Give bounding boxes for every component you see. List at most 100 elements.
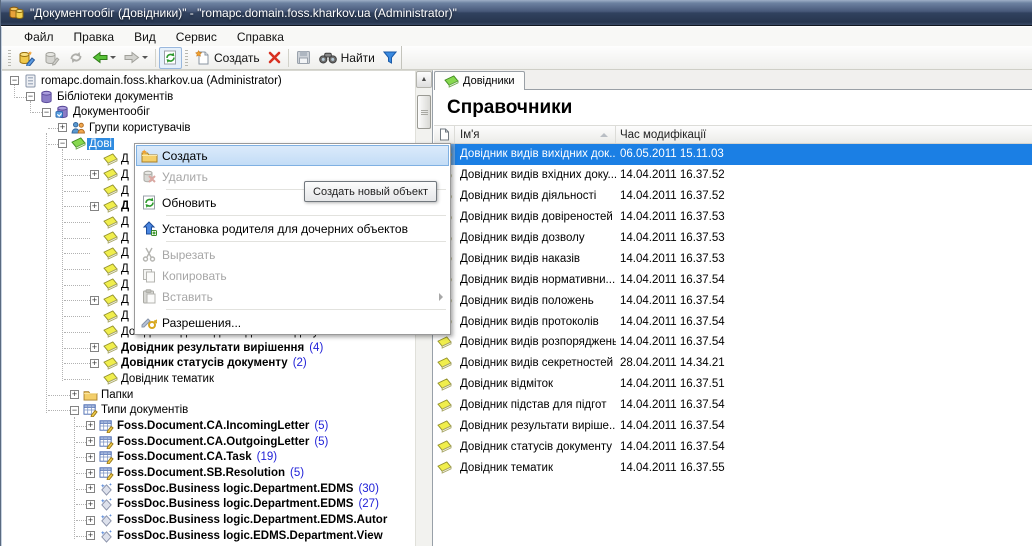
table-row[interactable]: Довідник статусів документу14.04.2011 16… [434, 436, 1032, 457]
tree-item[interactable]: +FossDoc.Business logic.Department.EDMS(… [2, 481, 432, 497]
expand-icon[interactable]: + [86, 453, 95, 462]
table-row[interactable]: Довідник видів довіреностей14.04.2011 16… [434, 207, 1032, 228]
collapse-icon[interactable]: − [26, 92, 35, 101]
tree-item-count: (5) [290, 467, 304, 479]
doctype-icon [98, 466, 115, 480]
collapse-icon[interactable]: − [10, 76, 19, 85]
collapse-icon[interactable]: − [70, 406, 79, 415]
row-modified: 06.05.2011 15.11.03 [616, 148, 1032, 160]
save-button-disabled [292, 47, 315, 69]
expand-icon[interactable]: + [86, 421, 95, 430]
tree-item[interactable]: +Групи користувачів [2, 120, 432, 136]
tree-item[interactable]: +Довідник статусів документу(2) [2, 355, 432, 371]
tree-item[interactable]: +Foss.Document.CA.IncomingLetter(5) [2, 418, 432, 434]
expand-icon[interactable]: + [86, 469, 95, 478]
create-button[interactable]: Создать [191, 47, 264, 69]
tree-item[interactable]: − Документообіг [2, 104, 432, 120]
table-row[interactable]: Довідник видів дозволу14.04.2011 16.37.5… [434, 228, 1032, 249]
table-row[interactable]: Довідник видів наказів14.04.2011 16.37.5… [434, 248, 1032, 269]
table-row[interactable]: Довідник видів вхідних доку...14.04.2011… [434, 165, 1032, 186]
new-object-button[interactable] [14, 47, 39, 69]
menu-файл[interactable]: Файл [14, 28, 64, 46]
table-row[interactable]: Довідник видів вихідних док...06.05.2011… [434, 144, 1032, 165]
tree-connector [76, 426, 86, 427]
back-button[interactable] [88, 47, 120, 69]
expand-icon[interactable]: + [86, 516, 95, 525]
back-arrow-icon [92, 51, 108, 64]
menu-сервис[interactable]: Сервис [166, 28, 227, 46]
expand-icon[interactable]: + [90, 170, 99, 179]
tree-item[interactable]: −romapc.domain.foss.kharkov.ua (Administ… [2, 73, 432, 89]
book-yellow-icon [102, 263, 119, 276]
tab-dovidnyky[interactable]: Довідники [434, 71, 525, 90]
expand-icon[interactable]: + [90, 359, 99, 368]
expand-icon[interactable]: + [86, 484, 95, 493]
book-yellow-icon [102, 357, 119, 370]
modified-column-header[interactable]: Час модифікації [616, 129, 1032, 141]
db-delete-icon [136, 169, 162, 184]
back-dropdown-caret[interactable] [110, 56, 116, 59]
book-yellow-icon [102, 341, 119, 354]
tree-item[interactable]: −Типи документів [2, 402, 432, 418]
tree-item[interactable]: +Foss.Document.CA.OutgoingLetter(5) [2, 434, 432, 450]
tree-item[interactable]: −Бібліотеки документів [2, 89, 432, 105]
table-row[interactable]: Довідник підстав для підгот14.04.2011 16… [434, 395, 1032, 416]
tree-item-label: Д [119, 200, 131, 212]
find-button[interactable]: Найти [315, 47, 379, 69]
expand-icon[interactable]: + [90, 296, 99, 305]
tree-item[interactable]: +FossDoc.Business logic.Department.EDMS.… [2, 512, 432, 528]
menu-item-cut: Вырезать [136, 244, 449, 265]
menu-separator [166, 241, 446, 242]
table-row[interactable]: Довідник видів секретностей28.04.2011 14… [434, 353, 1032, 374]
collapse-icon[interactable]: − [42, 108, 51, 117]
table-row[interactable]: Довідник видів положень14.04.2011 16.37.… [434, 290, 1032, 311]
tree-item-label: FossDoc.Business logic.EDMS.Department.V… [115, 530, 385, 542]
tree-connector [64, 332, 90, 333]
title-bar[interactable]: "Документообіг (Довідники)" - "romapc.do… [1, 0, 1032, 26]
menu-item-up-parent[interactable]: Установка родителя для дочерних объектов [136, 218, 449, 239]
db-purple-icon [38, 90, 55, 104]
expand-icon[interactable]: + [70, 390, 79, 399]
refresh-button[interactable] [159, 47, 182, 69]
delete-button[interactable] [264, 47, 285, 69]
expand-icon[interactable]: + [90, 202, 99, 211]
tree-item[interactable]: + Foss.Document.SB.Resolution(5) [2, 465, 432, 481]
menu-вид[interactable]: Вид [124, 28, 166, 46]
table-row[interactable]: Довідник видів протоколів14.04.2011 16.3… [434, 311, 1032, 332]
menu-правка[interactable]: Правка [64, 28, 125, 46]
expand-icon[interactable]: + [86, 437, 95, 446]
expand-icon[interactable]: + [90, 343, 99, 352]
tree-item-label: Документообіг [71, 106, 152, 118]
table-row[interactable]: Довідник видів нормативни...14.04.2011 1… [434, 269, 1032, 290]
tree-item[interactable]: +Foss.Document.CA.Task(19) [2, 450, 432, 466]
menu-справка[interactable]: Справка [227, 28, 294, 46]
expand-icon[interactable]: + [86, 531, 95, 540]
tree-item[interactable]: +FossDoc.Business logic.Department.EDMS(… [2, 497, 432, 513]
tree-item[interactable]: +Довідник результати вирішення(4) [2, 340, 432, 356]
table-row[interactable]: Довідник видів діяльності14.04.2011 16.3… [434, 186, 1032, 207]
menu-item-permissions[interactable]: Разрешения... [136, 312, 449, 333]
sparkle-icon [98, 529, 115, 543]
table-row[interactable]: Довідник відміток14.04.2011 16.37.51 [434, 374, 1032, 395]
filter-button[interactable] [379, 47, 401, 69]
type-column-header[interactable] [434, 126, 455, 143]
toolbar-grip[interactable] [185, 50, 188, 66]
tree-item-label: Foss.Document.SB.Resolution [115, 467, 287, 479]
expand-icon[interactable]: + [58, 123, 67, 132]
tree-item-count: (30) [358, 483, 378, 495]
table-row[interactable]: Довідник видів розпоряджень14.04.2011 16… [434, 332, 1032, 353]
tree-item[interactable]: Довідник тематик [2, 371, 432, 387]
tree-item[interactable]: + FossDoc.Business logic.EDMS.Department.… [2, 528, 432, 544]
toolbar-grip[interactable] [8, 50, 11, 66]
tree-item-label: Д [119, 279, 131, 291]
table-row[interactable]: Довідник результати виріше...14.04.2011 … [434, 416, 1032, 437]
tree-connector [76, 520, 86, 521]
tree-item[interactable]: +Папки [2, 387, 432, 403]
menu-item-copy: Копировать [136, 265, 449, 286]
collapse-icon[interactable]: − [58, 139, 67, 148]
expand-icon[interactable]: + [86, 500, 95, 509]
book-yellow-icon [102, 278, 119, 291]
name-column-header[interactable]: Ім'я [455, 126, 616, 143]
table-row[interactable]: Довідник тематик14.04.2011 16.37.55 [434, 457, 1032, 478]
menu-item-folder-new[interactable]: Создать [136, 145, 449, 166]
